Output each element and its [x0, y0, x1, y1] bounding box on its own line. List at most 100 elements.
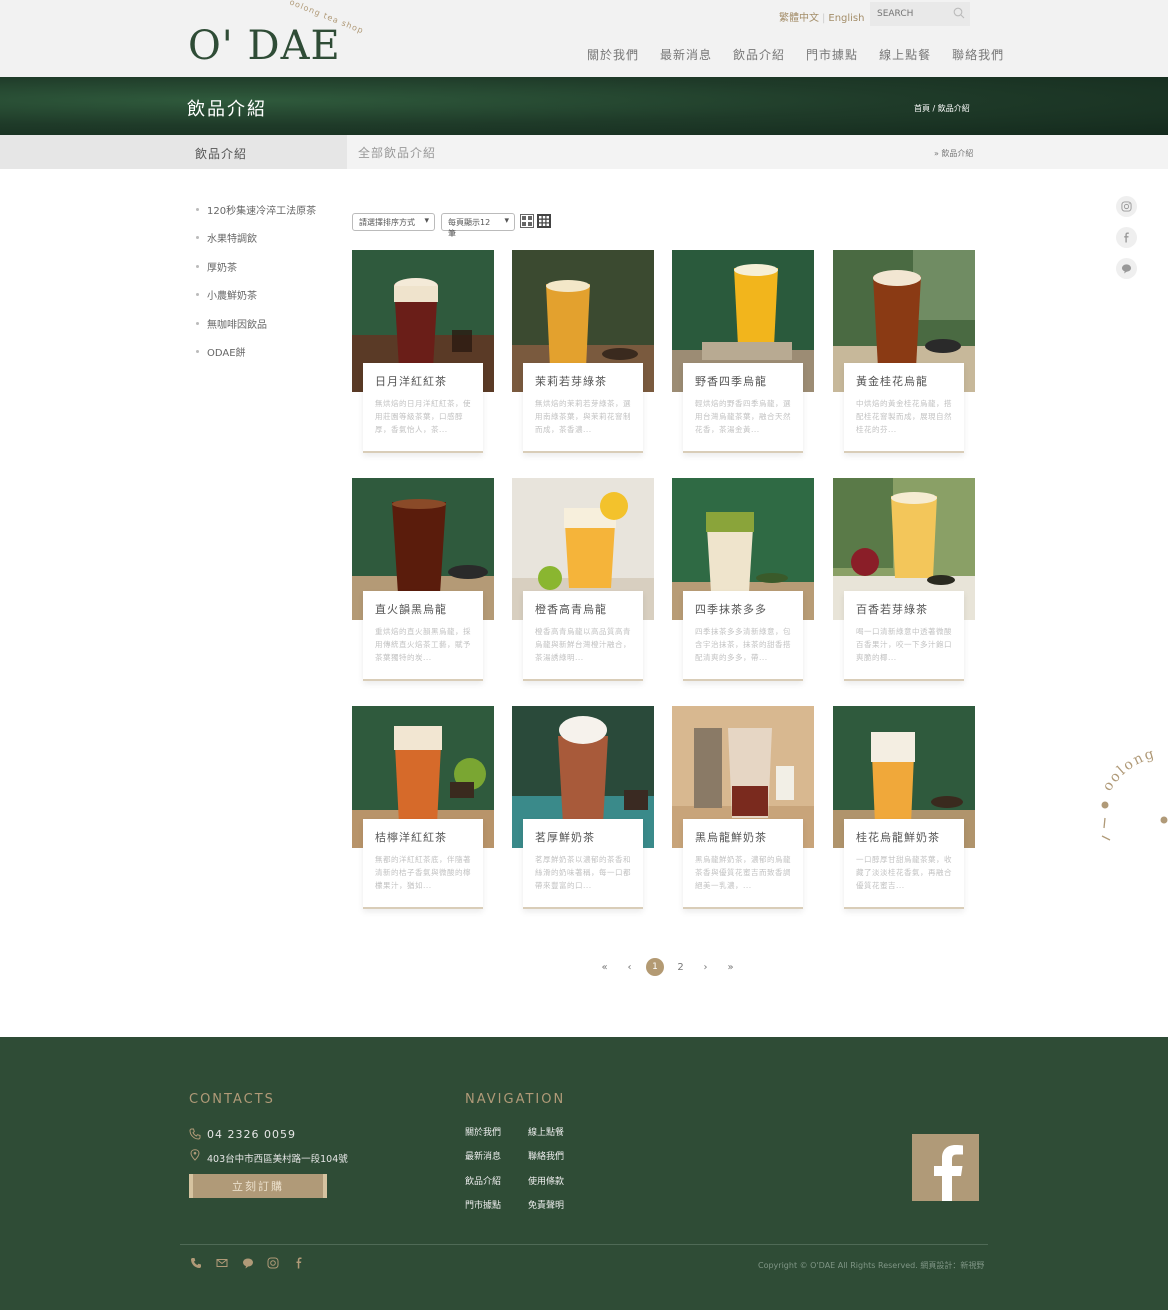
nav-contact[interactable]: 聯絡我們	[952, 46, 1004, 63]
product-name[interactable]: 橙香高青烏龍	[535, 601, 631, 617]
product-card[interactable]: 橙香高青烏龍 橙香高青烏龍以高品質高青烏龍與新鮮台灣橙汁融合，茶湯誘綠明...	[512, 478, 654, 688]
sort-select[interactable]: 請選擇排序方式	[352, 213, 435, 231]
product-card[interactable]: 野香四季烏龍 輕烘焙的野香四季烏龍，選用台灣烏龍茶葉，融合天然花香，茶湯金黃..…	[672, 250, 814, 460]
product-desc: 輕烘焙的野香四季烏龍，選用台灣烏龍茶葉，融合天然花香，茶湯金黃...	[695, 399, 791, 434]
order-now-button[interactable]: 立刻訂購	[189, 1174, 327, 1198]
product-card[interactable]: 百香若芽綠茶 喝一口清新綠意中透著微酸百香果汁，咬一下多汁飽口爽脆的椰...	[833, 478, 975, 688]
line-chat-icon	[1121, 264, 1132, 274]
product-info: 野香四季烏龍 輕烘焙的野香四季烏龍，選用台灣烏龍茶葉，融合天然花香，茶湯金黃..…	[683, 363, 803, 453]
sub-breadcrumb[interactable]: » 飲品介紹	[934, 148, 973, 159]
grid-large-view-icon[interactable]	[520, 214, 534, 228]
page-last-button[interactable]: »	[718, 962, 743, 973]
page-2-button[interactable]: 2	[668, 962, 693, 973]
instagram-icon	[1121, 201, 1132, 212]
product-desc: 重烘焙的直火韻黑烏龍，採用傳統直火焙茶工藝，賦予茶葉獨特的炭...	[375, 627, 471, 662]
product-desc: 四季抹茶多多清新綠意，包含宇治抹茶，抹茶的甜香搭配清爽的多多，帶...	[695, 627, 791, 662]
sidebar-item-decaf[interactable]: 無咖啡因飲品	[196, 309, 316, 338]
product-name[interactable]: 百香若芽綠茶	[856, 601, 952, 617]
footer-link-stores[interactable]: 門市據點	[465, 1198, 501, 1211]
product-card[interactable]: 日月洋紅紅茶 無烘焙的日月洋紅紅茶，使用莊園等級茶葉，口感醇厚，香氣怡人，茶..…	[352, 250, 494, 460]
nav-about[interactable]: 關於我們	[587, 46, 639, 63]
product-desc: 一口醇厚甘甜烏龍茶葉，收藏了淡淡桂花香氣，再融合優質花蜜吉...	[856, 855, 952, 890]
product-name[interactable]: 茉莉若芽綠茶	[535, 373, 631, 389]
product-card[interactable]: 四季抹茶多多 四季抹茶多多清新綠意，包含宇治抹茶，抹茶的甜香搭配清爽的多多，帶.…	[672, 478, 814, 688]
site-footer: CONTACTS 04 2326 0059 403台中市西區美村路一段104號 …	[0, 1037, 1168, 1310]
product-name[interactable]: 桂花烏龍鮮奶茶	[856, 829, 952, 845]
sidebar-item-odae-cake[interactable]: ODAE餅	[196, 338, 316, 367]
nav-drinks[interactable]: 飲品介紹	[733, 46, 785, 63]
search-icon[interactable]	[953, 7, 965, 19]
product-card[interactable]: 桂花烏龍鮮奶茶 一口醇厚甘甜烏龍茶葉，收藏了淡淡桂花香氣，再融合優質花蜜吉...	[833, 706, 975, 916]
float-instagram-button[interactable]	[1116, 196, 1137, 217]
nav-news[interactable]: 最新消息	[660, 46, 712, 63]
phone-icon	[189, 1128, 201, 1140]
product-name[interactable]: 桔檸洋紅紅茶	[375, 829, 471, 845]
product-card[interactable]: 黑烏龍鮮奶茶 黑烏龍鮮奶茶，濃郁的烏龍茶香與優質花蜜吉而致香調絕美一乳濃，...	[672, 706, 814, 916]
footer-link-order[interactable]: 線上點餐	[528, 1125, 564, 1138]
nav-order[interactable]: 線上點餐	[879, 46, 931, 63]
product-info: 黃金桂花烏龍 中烘焙的黃金桂花烏龍，搭配桂花窨製而成，展現自然桂花的芬...	[844, 363, 964, 453]
float-facebook-button[interactable]	[1116, 227, 1137, 248]
product-name[interactable]: 黃金桂花烏龍	[856, 373, 952, 389]
footer-mail-icon[interactable]	[216, 1257, 228, 1269]
facebook-widget[interactable]	[912, 1134, 979, 1201]
sidebar-item-fruit[interactable]: 水果特調飲	[196, 224, 316, 253]
product-name[interactable]: 黑烏龍鮮奶茶	[695, 829, 791, 845]
product-name[interactable]: 四季抹茶多多	[695, 601, 791, 617]
facebook-icon	[1124, 232, 1129, 243]
category-title: 飲品介紹	[195, 147, 248, 161]
nav-stores[interactable]: 門市據點	[806, 46, 858, 63]
product-name[interactable]: 直火韻黑烏龍	[375, 601, 471, 617]
product-info: 茗厚鮮奶茶 茗厚鮮奶茶以濃郁的茶香和絲滑的奶味著稱，每一口都帶來豐富的口...	[523, 819, 643, 909]
footer-line-icon[interactable]	[242, 1257, 254, 1269]
footer-phone[interactable]: 04 2326 0059	[207, 1128, 296, 1141]
sidebar-item-fresh-milk-tea[interactable]: 小農鮮奶茶	[196, 281, 316, 310]
footer-link-contact[interactable]: 聯絡我們	[528, 1149, 564, 1162]
footer-link-about[interactable]: 關於我們	[465, 1125, 501, 1138]
site-logo[interactable]: O' DAE	[188, 24, 341, 68]
product-name[interactable]: 野香四季烏龍	[695, 373, 791, 389]
product-name[interactable]: 茗厚鮮奶茶	[535, 829, 631, 845]
sidebar-item-thick-milk-tea[interactable]: 厚奶茶	[196, 252, 316, 281]
product-info: 茉莉若芽綠茶 無烘焙的茉莉若芽綠茶，選用南綠茶葉，與茉莉花窨制而成，茶香濃...	[523, 363, 643, 453]
lang-en-link[interactable]: English	[828, 13, 864, 24]
product-desc: 無烘焙的日月洋紅紅茶，使用莊園等級茶葉，口感醇厚，香氣怡人，茶...	[375, 399, 471, 434]
oolong-decoration: oolong	[1100, 746, 1168, 841]
product-name[interactable]: 日月洋紅紅茶	[375, 373, 471, 389]
product-card[interactable]: 茗厚鮮奶茶 茗厚鮮奶茶以濃郁的茶香和絲滑的奶味著稱，每一口都帶來豐富的口...	[512, 706, 654, 916]
page-first-button[interactable]: «	[592, 962, 617, 973]
product-info: 橙香高青烏龍 橙香高青烏龍以高品質高青烏龍與新鮮台灣橙汁融合，茶湯誘綠明...	[523, 591, 643, 681]
product-desc: 中烘焙的黃金桂花烏龍，搭配桂花窨製而成，展現自然桂花的芬...	[856, 399, 952, 434]
category-sidebar: 120秒集速冷淬工法原茶 水果特調飲 厚奶茶 小農鮮奶茶 無咖啡因飲品 ODAE…	[196, 195, 316, 366]
category-bar-left: 飲品介紹	[0, 135, 347, 169]
product-info: 桔檸洋紅紅茶 無都的洋紅紅茶底，伴隨著清新的桔子香氣與微酸的檸檬果汁，猶如...	[363, 819, 483, 909]
product-desc: 無烘焙的茉莉若芽綠茶，選用南綠茶葉，與茉莉花窨制而成，茶香濃...	[535, 399, 631, 434]
product-desc: 黑烏龍鮮奶茶，濃郁的烏龍茶香與優質花蜜吉而致香調絕美一乳濃，...	[695, 855, 791, 890]
footer-facebook-icon[interactable]	[293, 1257, 305, 1269]
grid-small-view-icon[interactable]	[537, 214, 551, 228]
copyright-text: Copyright © O'DAE All Rights Reserved. 網…	[758, 1261, 985, 1270]
location-pin-icon	[190, 1149, 200, 1161]
product-desc: 茗厚鮮奶茶以濃郁的茶香和絲滑的奶味著稱，每一口都帶來豐富的口...	[535, 855, 631, 890]
product-card[interactable]: 桔檸洋紅紅茶 無都的洋紅紅茶底，伴隨著清新的桔子香氣與微酸的檸檬果汁，猶如...	[352, 706, 494, 916]
page-prev-button[interactable]: ‹	[617, 962, 642, 973]
footer-link-terms[interactable]: 使用條款	[528, 1174, 564, 1187]
per-page-select[interactable]: 每頁顯示12筆	[441, 213, 515, 238]
product-card[interactable]: 直火韻黑烏龍 重烘焙的直火韻黑烏龍，採用傳統直火焙茶工藝，賦予茶葉獨特的炭...	[352, 478, 494, 688]
page-1-button[interactable]: 1	[646, 958, 664, 976]
sidebar-item-cold-brew[interactable]: 120秒集速冷淬工法原茶	[196, 195, 316, 224]
footer-link-news[interactable]: 最新消息	[465, 1149, 501, 1162]
footer-link-disclaimer[interactable]: 免責聲明	[528, 1198, 564, 1211]
breadcrumb[interactable]: 首頁 / 飲品介紹	[914, 103, 970, 114]
page-next-button[interactable]: ›	[693, 962, 718, 973]
footer-phone-icon[interactable]	[190, 1257, 202, 1269]
footer-instagram-icon[interactable]	[267, 1257, 279, 1269]
footer-link-drinks[interactable]: 飲品介紹	[465, 1174, 501, 1187]
lang-zh-link[interactable]: 繁體中文	[779, 13, 819, 24]
product-card[interactable]: 黃金桂花烏龍 中烘焙的黃金桂花烏龍，搭配桂花窨製而成，展現自然桂花的芬...	[833, 250, 975, 460]
product-info: 黑烏龍鮮奶茶 黑烏龍鮮奶茶，濃郁的烏龍茶香與優質花蜜吉而致香調絕美一乳濃，...	[683, 819, 803, 909]
product-desc: 喝一口清新綠意中透著微酸百香果汁，咬一下多汁飽口爽脆的椰...	[856, 627, 952, 662]
float-line-button[interactable]	[1116, 258, 1137, 279]
page-banner: 飲品介紹 首頁 / 飲品介紹	[0, 77, 1168, 135]
product-card[interactable]: 茉莉若芽綠茶 無烘焙的茉莉若芽綠茶，選用南綠茶葉，與茉莉花窨制而成，茶香濃...	[512, 250, 654, 460]
